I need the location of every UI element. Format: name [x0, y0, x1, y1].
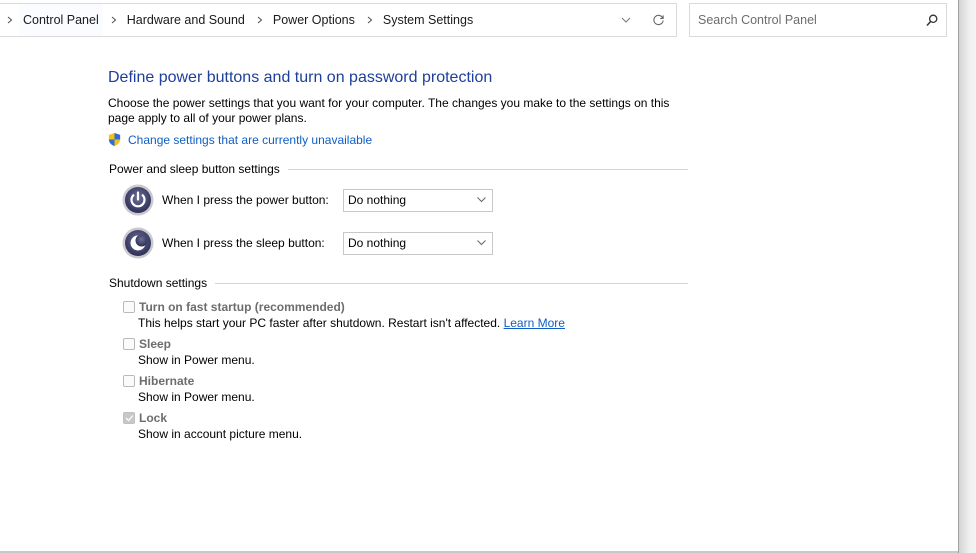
fast-startup-checkbox[interactable]	[123, 300, 135, 313]
hibernate-description: Show in Power menu.	[138, 390, 255, 404]
sleep-button-row: When I press the sleep button: Do nothin…	[108, 225, 688, 261]
search-input[interactable]	[690, 4, 918, 36]
learn-more-link[interactable]: Learn More	[504, 316, 565, 330]
fast-startup-description: This helps start your PC faster after sh…	[138, 315, 688, 332]
power-sleep-group-header: Power and sleep button settings	[109, 162, 688, 176]
refresh-button[interactable]	[640, 4, 676, 36]
shutdown-options: Turn on fast startup (recommended) This …	[108, 298, 688, 443]
sleep-button-icon	[122, 227, 154, 259]
sleep-button-label: When I press the sleep button:	[162, 236, 325, 250]
breadcrumb-power-options[interactable]: Power Options	[269, 4, 359, 36]
sleep-label: Sleep	[139, 336, 172, 351]
hibernate-option[interactable]: Hibernate	[123, 372, 688, 389]
power-button-label: When I press the power button:	[162, 193, 329, 207]
page-title: Define power buttons and turn on passwor…	[108, 69, 493, 86]
sleep-button-action-select[interactable]: Do nothing	[343, 231, 493, 255]
sleep-checkbox[interactable]	[123, 337, 135, 350]
power-sleep-group-title: Power and sleep button settings	[109, 162, 280, 176]
sleep-option[interactable]: Sleep	[123, 335, 688, 352]
page-description: Choose the power settings that you want …	[108, 96, 670, 125]
breadcrumb: Control Panel Hardware and Sound Power O…	[0, 4, 612, 36]
group-divider	[215, 282, 688, 284]
lock-description: Show in account picture menu.	[138, 427, 303, 441]
sleep-button-action-value: Do nothing	[348, 236, 407, 250]
sleep-description: Show in Power menu.	[138, 353, 255, 367]
hibernate-checkbox[interactable]	[123, 374, 135, 387]
window-scroll-gutter	[958, 0, 976, 553]
checkmark-icon	[125, 414, 133, 421]
shutdown-group-header: Shutdown settings	[109, 276, 688, 290]
search-icon[interactable]	[918, 14, 946, 27]
chevron-right-icon[interactable]	[249, 16, 269, 24]
hibernate-label: Hibernate	[139, 373, 195, 388]
chevron-right-icon[interactable]	[103, 16, 123, 24]
change-settings-link[interactable]: Change settings that are currently unava…	[128, 133, 372, 147]
lock-label: Lock	[139, 410, 168, 425]
chevron-right-icon[interactable]	[359, 16, 379, 24]
chevron-right-icon[interactable]	[0, 16, 19, 24]
power-button-icon	[122, 184, 154, 216]
main-content: Define power buttons and turn on passwor…	[108, 68, 688, 443]
change-unavailable-settings-link-row[interactable]: Change settings that are currently unava…	[108, 132, 688, 147]
fast-startup-desc-text: This helps start your PC faster after sh…	[138, 316, 501, 330]
lock-checkbox[interactable]	[123, 411, 135, 424]
search-box[interactable]	[689, 3, 947, 37]
fast-startup-option[interactable]: Turn on fast startup (recommended)	[123, 298, 688, 315]
breadcrumb-control-panel[interactable]: Control Panel	[19, 4, 103, 36]
address-history-button[interactable]	[612, 4, 640, 36]
power-button-action-select[interactable]: Do nothing	[343, 188, 493, 212]
breadcrumb-hardware-and-sound[interactable]: Hardware and Sound	[123, 4, 249, 36]
shutdown-group-title: Shutdown settings	[109, 276, 208, 290]
chevron-down-icon	[477, 240, 486, 246]
chevron-down-icon	[477, 197, 486, 203]
lock-option[interactable]: Lock	[123, 409, 688, 426]
fast-startup-label: Turn on fast startup (recommended)	[139, 299, 345, 314]
chevron-down-icon	[621, 17, 631, 23]
address-bar[interactable]: Control Panel Hardware and Sound Power O…	[0, 3, 677, 37]
group-divider	[287, 168, 688, 170]
uac-shield-icon	[108, 132, 121, 147]
breadcrumb-system-settings[interactable]: System Settings	[379, 4, 477, 36]
power-button-row: When I press the power button: Do nothin…	[108, 182, 688, 218]
refresh-icon	[652, 14, 664, 25]
power-button-action-value: Do nothing	[348, 193, 407, 207]
